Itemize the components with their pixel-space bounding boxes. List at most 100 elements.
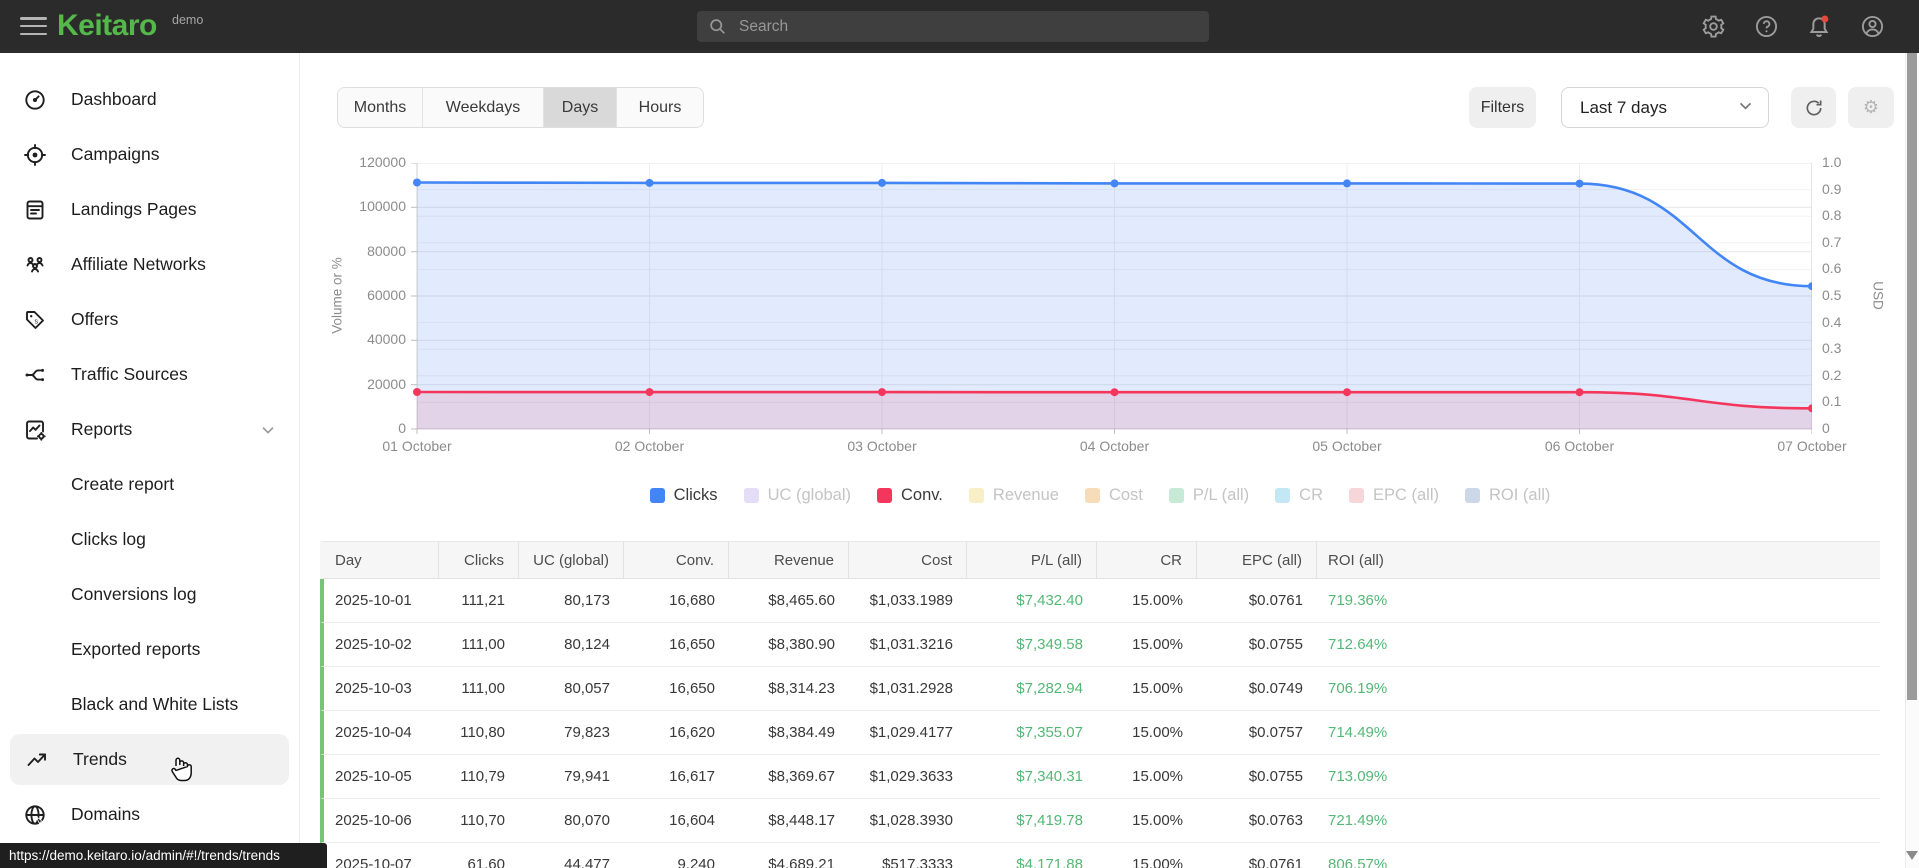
table-cell: 15.00%	[1132, 856, 1183, 868]
sidebar-item-label: Clicks log	[71, 529, 146, 549]
table-cell: 44,477	[564, 856, 610, 868]
column-header: Day	[324, 542, 439, 578]
legend-swatch	[1275, 488, 1291, 503]
table-cell: $8,448.17	[768, 812, 835, 829]
table-cell: 16,650	[669, 680, 715, 697]
legend-item-epc-all-[interactable]: EPC (all)	[1349, 486, 1439, 505]
scrollbar-down-arrow[interactable]	[1906, 851, 1918, 860]
sidebar-item-create-report[interactable]: Create report	[0, 457, 299, 512]
right-axis-title: USD	[1870, 281, 1886, 310]
table-cell: 110,80	[460, 724, 505, 741]
sidebar-item-conversions-log[interactable]: Conversions log	[0, 567, 299, 622]
sidebar-item-black-and-white-lists[interactable]: Black and White Lists	[0, 677, 299, 732]
legend-item-conv-[interactable]: Conv.	[877, 486, 943, 505]
legend-swatch	[649, 488, 665, 503]
table-cell: 2025-10-05	[335, 768, 412, 785]
table-cell: $0.0749	[1248, 680, 1303, 697]
table-cell: $0.0757	[1248, 724, 1303, 741]
column-header: UC (global)	[519, 542, 624, 578]
table-cell: $0.0763	[1248, 812, 1303, 829]
table-cell: 16,620	[669, 724, 715, 741]
sidebar-item-landings-pages[interactable]: Landings Pages	[0, 182, 299, 237]
date-range-select[interactable]: Last 7 days	[1561, 87, 1769, 128]
offers-icon: s	[23, 308, 47, 332]
filters-button[interactable]: Filters	[1469, 87, 1536, 128]
table-cell: $0.0755	[1248, 636, 1303, 653]
dashboard-icon	[23, 88, 47, 112]
sidebar-item-reports[interactable]: Reports	[0, 402, 299, 457]
traffic-icon	[23, 363, 47, 387]
table-row: 2025-10-02 111,00 80,124 16,650 $8,380.90 $1,…	[320, 623, 1880, 667]
legend-swatch	[1168, 488, 1184, 503]
table-cell: 706.19%	[1328, 680, 1388, 697]
table-cell: 80,124	[564, 636, 610, 653]
chart-settings-button[interactable]: ⚙	[1848, 87, 1894, 128]
column-header: Revenue	[729, 542, 849, 578]
env-label: demo	[172, 13, 204, 27]
trends-icon	[25, 748, 49, 772]
table-cell: 61,60	[467, 856, 505, 868]
sidebar-item-affiliate-networks[interactable]: Affiliate Networks	[0, 237, 299, 292]
legend-item-p-l-all-[interactable]: P/L (all)	[1168, 486, 1249, 505]
legend-item-uc-global-[interactable]: UC (global)	[743, 486, 851, 505]
settings-gear-icon[interactable]	[1700, 14, 1726, 40]
table-cell: 111,00	[461, 636, 505, 653]
hamburger-menu-button[interactable]	[20, 17, 47, 36]
app-logo[interactable]: Keitaro	[57, 9, 157, 43]
table-row: 2025-10-03 111,00 80,057 16,650 $8,314.23 $1,…	[320, 667, 1880, 711]
table-cell: 80,173	[564, 592, 610, 609]
legend-item-revenue[interactable]: Revenue	[968, 486, 1059, 505]
tab-months[interactable]: Months	[338, 88, 422, 127]
search-input[interactable]: Search	[697, 11, 1209, 42]
table-row: 2025-10-07 61,60 44,477 9,240 $4,689.21 $517.…	[320, 843, 1880, 868]
sidebar-item-clicks-log[interactable]: Clicks log	[0, 512, 299, 567]
sidebar-item-traffic-sources[interactable]: Traffic Sources	[0, 347, 299, 402]
table-cell: $4,689.21	[768, 856, 835, 868]
table-cell: 2025-10-03	[335, 680, 412, 697]
table-cell: 2025-10-07	[335, 856, 412, 868]
period-tabs: Months Weekdays Days Hours	[337, 87, 704, 128]
table-cell: 2025-10-02	[335, 636, 412, 653]
sidebar-item-domains[interactable]: Domains	[0, 787, 299, 842]
legend-item-roi-all-[interactable]: ROI (all)	[1465, 486, 1550, 505]
table-cell: 15.00%	[1132, 768, 1183, 785]
sidebar-item-label: Create report	[71, 474, 175, 494]
legend-swatch	[1084, 488, 1100, 503]
notifications-bell-icon[interactable]	[1806, 14, 1832, 40]
table-cell: 712.64%	[1328, 636, 1388, 653]
sidebar-item-label: Reports	[71, 419, 133, 439]
table-cell: $8,380.90	[768, 636, 835, 653]
tab-days[interactable]: Days	[543, 88, 616, 127]
legend-item-cr[interactable]: CR	[1275, 486, 1323, 505]
help-icon[interactable]	[1753, 14, 1779, 40]
sidebar-item-campaigns[interactable]: Campaigns	[0, 127, 299, 182]
sidebar-item-trends[interactable]: Trends	[10, 734, 289, 785]
legend-label: Conv.	[901, 486, 943, 504]
legend-item-cost[interactable]: Cost	[1084, 486, 1143, 505]
table-cell: $1,031.3216	[869, 636, 953, 653]
affiliates-icon	[23, 253, 47, 277]
tab-weekdays[interactable]: Weekdays	[422, 88, 543, 127]
table-cell: 111,21	[461, 592, 505, 609]
user-avatar-icon[interactable]	[1859, 14, 1885, 40]
table-cell: 79,941	[564, 768, 610, 785]
legend-label: Clicks	[673, 486, 718, 504]
sidebar-item-label: Black and White Lists	[71, 694, 239, 714]
domains-icon	[23, 803, 47, 827]
legend-item-clicks[interactable]: Clicks	[649, 486, 718, 505]
notification-badge	[1821, 15, 1829, 22]
scrollbar-thumb[interactable]	[1907, 53, 1917, 700]
sidebar-item-label: Offers	[71, 309, 119, 329]
tab-hours[interactable]: Hours	[616, 88, 703, 127]
column-header: Cost	[849, 542, 967, 578]
chart-legend: Clicks UC (global) Conv. Revenue Cost P/L (al…	[320, 486, 1880, 505]
sidebar-item-offers[interactable]: s Offers	[0, 292, 299, 347]
table-cell: $8,369.67	[768, 768, 835, 785]
sidebar-item-dashboard[interactable]: Dashboard	[0, 72, 299, 127]
table-cell: 15.00%	[1132, 812, 1183, 829]
table-cell: 15.00%	[1132, 636, 1183, 653]
sidebar-item-exported-reports[interactable]: Exported reports	[0, 622, 299, 677]
search-icon	[710, 19, 725, 34]
refresh-button[interactable]	[1791, 87, 1836, 128]
refresh-icon	[1806, 100, 1821, 116]
